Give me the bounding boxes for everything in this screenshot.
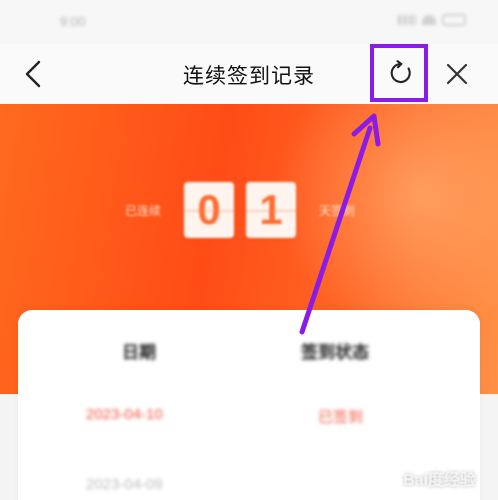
close-icon (446, 63, 468, 85)
app-screen: 9:00 连续签到记录 已连续 0 1 天签到 日期 签到状态 2023-04-… (0, 0, 498, 500)
column-header-status: 签到状态 (301, 343, 369, 362)
battery-icon (442, 14, 466, 26)
streak-counter: 已连续 0 1 天签到 (108, 182, 372, 238)
record-row-date: 2023-04-10 (86, 406, 163, 423)
streak-digit-tens: 0 (184, 182, 234, 238)
record-row-status: 已签到 (318, 409, 364, 426)
wifi-icon (422, 15, 436, 25)
nav-bar: 连续签到记录 (0, 44, 498, 104)
status-bar: 9:00 (0, 0, 498, 44)
watermark-text: Bai度经验 (403, 472, 476, 489)
refresh-button[interactable] (388, 60, 414, 86)
column-header-date: 日期 (122, 343, 156, 362)
signal-icon (398, 15, 416, 25)
paw-logo-icon (384, 471, 401, 486)
record-row-date: 2023-04-09 (86, 476, 163, 493)
status-time: 9:00 (60, 14, 86, 29)
refresh-icon (390, 60, 411, 83)
baidu-watermark: Bai度经验 (383, 466, 476, 490)
status-icons (398, 14, 466, 26)
streak-prefix-label: 已连续 (124, 203, 161, 218)
close-button[interactable] (444, 61, 470, 87)
streak-digit-ones: 1 (246, 182, 296, 238)
streak-suffix-label: 天签到 (318, 203, 355, 218)
